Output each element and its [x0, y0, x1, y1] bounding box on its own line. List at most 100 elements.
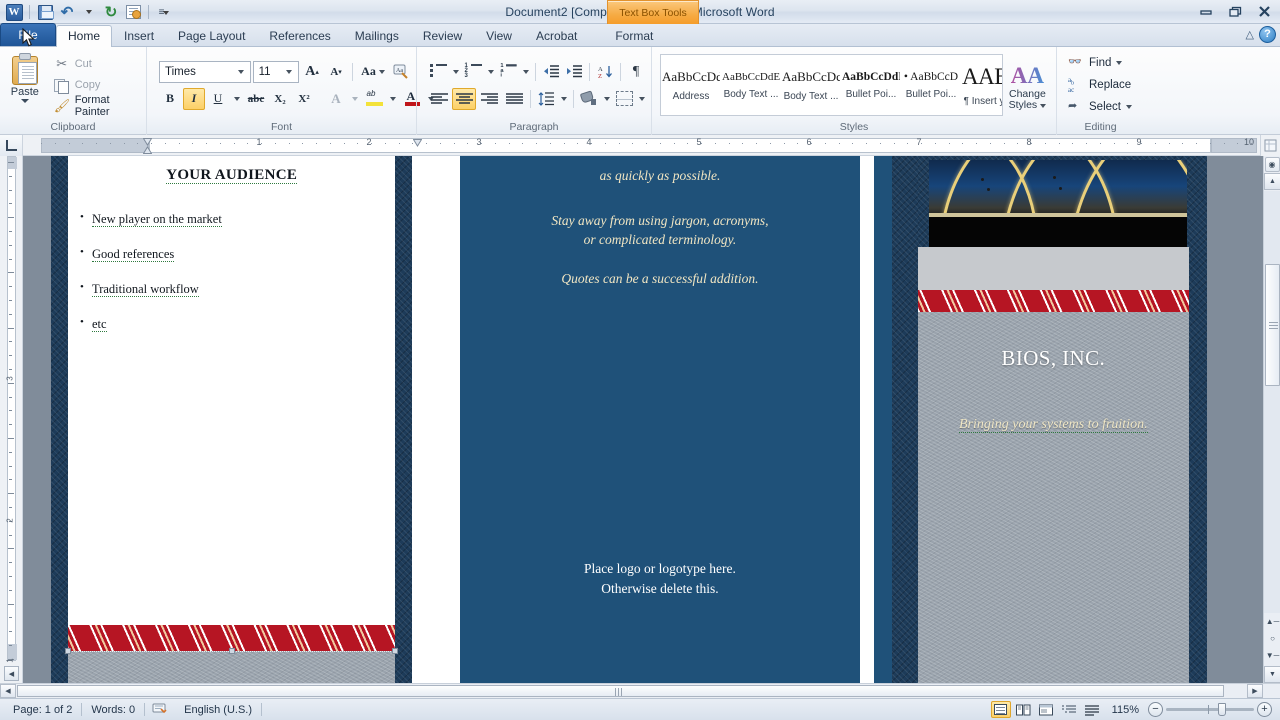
line-spacing-dropdown-icon[interactable]	[558, 88, 569, 110]
tab-view[interactable]: View	[474, 25, 524, 47]
font-size-combo[interactable]: 11	[252, 60, 300, 83]
highlight-dropdown-icon[interactable]	[387, 88, 399, 110]
grow-font-button[interactable]: A ▴	[301, 61, 323, 83]
scrollbar-track[interactable]	[1264, 191, 1280, 613]
brochure-panel-1[interactable]: YOUR AUDIENCE New player on the market G…	[51, 156, 413, 683]
increase-indent-button[interactable]	[563, 61, 585, 83]
font-name-combo[interactable]: Times	[159, 60, 251, 83]
align-right-button[interactable]	[477, 88, 501, 110]
view-ruler-icon[interactable]	[1260, 135, 1280, 156]
zoom-level[interactable]: 115%	[1106, 704, 1145, 716]
horizontal-scrollbar[interactable]: ◀ ▶	[0, 683, 1280, 698]
line-spacing-button[interactable]	[535, 88, 557, 110]
previous-page-icon[interactable]: ▲─	[1265, 614, 1280, 629]
scroll-left-button[interactable]: ◀	[4, 666, 19, 681]
language-indicator[interactable]: English (U.S.)	[175, 701, 261, 719]
bold-button[interactable]: B	[159, 88, 181, 110]
help-icon[interactable]: ?	[1259, 26, 1276, 43]
tab-home[interactable]: Home	[56, 25, 113, 47]
paste-button[interactable]: Paste	[4, 50, 46, 120]
multilevel-list-button[interactable]: 1ai	[497, 61, 519, 83]
brochure-panel-3[interactable]: BIOS, INC. Bringing your systems to frui…	[873, 156, 1207, 683]
select-button[interactable]: ➦ Select	[1064, 98, 1136, 117]
sort-button[interactable]: AZ	[594, 61, 616, 83]
font-name-dropdown-icon[interactable]	[234, 62, 248, 82]
find-dropdown-icon[interactable]	[1116, 61, 1123, 65]
tab-acrobat[interactable]: Acrobat	[524, 25, 589, 47]
numbering-dropdown-icon[interactable]	[485, 61, 496, 83]
select-browse-object-icon[interactable]: ◉	[1264, 157, 1280, 172]
right-indent-marker[interactable]	[412, 138, 423, 147]
hscroll-left-button[interactable]: ◀	[0, 684, 16, 698]
shrink-font-button[interactable]: A ▾	[325, 61, 347, 83]
view-outline-button[interactable]	[1060, 701, 1080, 718]
styles-gallery[interactable]: AaBbCcDdI Address AaBbCcDdEє Body Text .…	[660, 54, 1003, 116]
collapse-ribbon-icon[interactable]: △	[1246, 28, 1254, 41]
justify-button[interactable]	[502, 88, 526, 110]
hanging-indent-marker[interactable]	[142, 146, 153, 154]
decrease-indent-button[interactable]	[540, 61, 562, 83]
copy-button[interactable]: Copy	[50, 76, 142, 95]
page-canvas[interactable]: YOUR AUDIENCE New player on the market G…	[23, 156, 1280, 683]
tab-references[interactable]: References	[257, 25, 342, 47]
format-painter-button[interactable]: 🖌 Format Painter	[50, 94, 142, 118]
show-formatting-marks-button[interactable]: ¶	[625, 61, 647, 83]
change-styles-button[interactable]: AA Change Styles	[1003, 60, 1052, 111]
style-item-body-text-1[interactable]: AaBbCcDdEє Body Text ...	[721, 55, 781, 115]
document-page[interactable]: YOUR AUDIENCE New player on the market G…	[51, 156, 1207, 683]
scroll-up-button[interactable]: ▲	[1264, 173, 1280, 190]
cut-button[interactable]: ✂ Cut	[50, 55, 142, 74]
style-item-body-text-2[interactable]: AaBbCcDc Body Text ...	[781, 55, 841, 115]
resize-handle-ne[interactable]	[392, 648, 399, 654]
find-button[interactable]: 👓 Find	[1064, 54, 1136, 73]
style-item-address[interactable]: AaBbCcDdI Address	[661, 55, 721, 115]
multilevel-dropdown-icon[interactable]	[520, 61, 531, 83]
style-item-bullet-point-1[interactable]: AaBbCcDdI Bullet Poi...	[841, 55, 901, 115]
view-full-screen-reading-button[interactable]	[1014, 701, 1034, 718]
hscroll-thumb[interactable]	[17, 685, 1224, 697]
tab-format[interactable]: Format	[603, 25, 665, 47]
style-item-insert-your[interactable]: AABE ¶ Insert yo...	[961, 55, 1002, 115]
panel1-quote-textbox[interactable]: "I love what I'm doing." Mark Lee, CEO	[65, 625, 399, 683]
tab-mailings[interactable]: Mailings	[343, 25, 411, 47]
underline-dropdown-icon[interactable]	[231, 88, 243, 110]
zoom-slider[interactable]	[1166, 703, 1254, 716]
first-line-indent-marker[interactable]	[142, 137, 153, 146]
resize-handle-nw[interactable]	[65, 648, 71, 654]
text-effects-dropdown-icon[interactable]	[349, 88, 361, 110]
underline-button[interactable]: U	[207, 88, 229, 110]
align-left-button[interactable]	[427, 88, 451, 110]
close-button[interactable]	[1250, 1, 1278, 21]
word-count[interactable]: Words: 0	[82, 701, 144, 719]
superscript-button[interactable]: X²	[293, 88, 315, 110]
bullets-button[interactable]	[427, 61, 449, 83]
scrollbar-thumb[interactable]	[1265, 264, 1280, 386]
bridge-photo[interactable]	[928, 160, 1187, 247]
tab-page-layout[interactable]: Page Layout	[166, 25, 257, 47]
style-item-bullet-point-2[interactable]: • AaBbCcD Bullet Poi...	[901, 55, 961, 115]
highlight-color-button[interactable]: ab	[363, 88, 385, 110]
shading-button[interactable]	[578, 88, 600, 110]
italic-button[interactable]: I	[183, 87, 205, 110]
clear-formatting-icon[interactable]: Aa	[390, 61, 412, 83]
page-indicator[interactable]: Page: 1 of 2	[4, 701, 81, 719]
vertical-ruler[interactable]: 3 2 1 ◀	[0, 156, 23, 683]
subscript-button[interactable]: X₂	[269, 88, 291, 110]
brochure-panel-2[interactable]: as quickly as possible. Stay away from u…	[460, 156, 860, 683]
view-draft-button[interactable]	[1083, 701, 1103, 718]
numbering-button[interactable]: 123	[462, 61, 484, 83]
vertical-scrollbar[interactable]: ◉ ▲ ▲─ ○ ▼─ ▼	[1263, 156, 1280, 683]
resize-handle-n[interactable]	[228, 648, 235, 654]
paste-dropdown-icon[interactable]	[20, 99, 29, 103]
borders-button[interactable]	[613, 88, 635, 110]
replace-button[interactable]: ab ac Replace	[1064, 76, 1136, 95]
shading-dropdown-icon[interactable]	[601, 88, 612, 110]
scroll-down-button[interactable]: ▼	[1264, 666, 1280, 683]
align-center-button[interactable]	[452, 87, 476, 110]
font-size-dropdown-icon[interactable]	[282, 62, 296, 82]
tab-insert[interactable]: Insert	[112, 25, 166, 47]
proofing-errors-icon[interactable]	[145, 701, 175, 719]
bullets-dropdown-icon[interactable]	[450, 61, 461, 83]
tab-file[interactable]: File	[0, 23, 56, 46]
minimize-button[interactable]	[1192, 1, 1220, 21]
